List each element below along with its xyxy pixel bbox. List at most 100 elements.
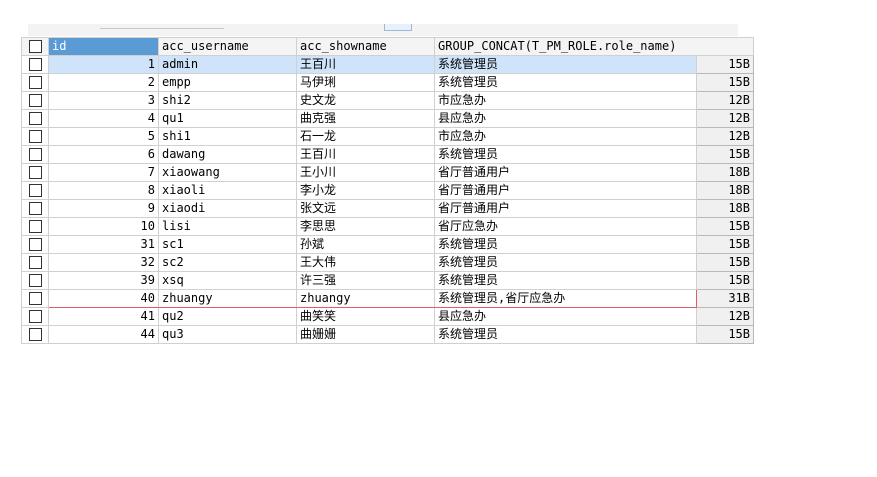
row-checkbox[interactable] — [21, 73, 49, 92]
column-header-id[interactable]: id — [48, 37, 159, 56]
cell-acc-showname[interactable]: 马伊琍 — [296, 73, 435, 92]
cell-acc-username[interactable]: xsq — [158, 271, 297, 290]
table-row[interactable]: 41 qu2 曲笑笑 县应急办 12B — [21, 307, 754, 326]
cell-length-badge[interactable]: 12B — [696, 91, 754, 110]
table-row[interactable]: 2 empp 马伊琍 系统管理员 15B — [21, 73, 754, 92]
cell-acc-showname[interactable]: 王百川 — [296, 145, 435, 164]
cell-id[interactable]: 1 — [48, 55, 159, 74]
cell-role-names[interactable]: 县应急办 — [434, 307, 697, 326]
cell-acc-username[interactable]: qu2 — [158, 307, 297, 326]
row-checkbox[interactable] — [21, 127, 49, 146]
cell-length-badge[interactable]: 18B — [696, 163, 754, 182]
row-checkbox[interactable] — [21, 145, 49, 164]
cell-role-names[interactable]: 省厅普通用户 — [434, 199, 697, 218]
cell-acc-showname[interactable]: 王百川 — [296, 55, 435, 74]
row-checkbox[interactable] — [21, 199, 49, 218]
table-row[interactable]: 8 xiaoli 李小龙 省厅普通用户 18B — [21, 181, 754, 200]
cell-acc-username[interactable]: qu3 — [158, 325, 297, 344]
table-row[interactable]: 40 zhuangy zhuangy 系统管理员,省厅应急办 31B — [21, 289, 754, 308]
cell-id[interactable]: 40 — [48, 289, 159, 308]
cell-id[interactable]: 8 — [48, 181, 159, 200]
cell-acc-showname[interactable]: 李小龙 — [296, 181, 435, 200]
cell-role-names[interactable]: 省厅应急办 — [434, 217, 697, 236]
cell-id[interactable]: 6 — [48, 145, 159, 164]
cell-acc-username[interactable]: xiaoli — [158, 181, 297, 200]
cell-role-names[interactable]: 系统管理员 — [434, 271, 697, 290]
cell-length-badge[interactable]: 18B — [696, 181, 754, 200]
table-row[interactable]: 7 xiaowang 王小川 省厅普通用户 18B — [21, 163, 754, 182]
table-row[interactable]: 39 xsq 许三强 系统管理员 15B — [21, 271, 754, 290]
cell-length-badge[interactable]: 12B — [696, 127, 754, 146]
cell-acc-showname[interactable]: 李思思 — [296, 217, 435, 236]
cell-length-badge[interactable]: 15B — [696, 73, 754, 92]
cell-length-badge[interactable]: 15B — [696, 217, 754, 236]
cell-role-names[interactable]: 系统管理员 — [434, 253, 697, 272]
cell-acc-showname[interactable]: 王大伟 — [296, 253, 435, 272]
cell-role-names[interactable]: 县应急办 — [434, 109, 697, 128]
table-row[interactable]: 5 shi1 石一龙 市应急办 12B — [21, 127, 754, 146]
cell-acc-username[interactable]: sc2 — [158, 253, 297, 272]
cell-acc-username[interactable]: qu1 — [158, 109, 297, 128]
cell-acc-showname[interactable]: 许三强 — [296, 271, 435, 290]
table-row[interactable]: 6 dawang 王百川 系统管理员 15B — [21, 145, 754, 164]
cell-acc-username[interactable]: xiaowang — [158, 163, 297, 182]
cell-role-names[interactable]: 系统管理员 — [434, 325, 697, 344]
scroll-indicator[interactable] — [384, 24, 412, 31]
cell-id[interactable]: 31 — [48, 235, 159, 254]
cell-acc-showname[interactable]: 张文远 — [296, 199, 435, 218]
cell-acc-showname[interactable]: 曲克强 — [296, 109, 435, 128]
cell-acc-showname[interactable]: 史文龙 — [296, 91, 435, 110]
cell-acc-username[interactable]: shi2 — [158, 91, 297, 110]
cell-acc-showname[interactable]: 孙斌 — [296, 235, 435, 254]
cell-length-badge[interactable]: 12B — [696, 109, 754, 128]
cell-role-names[interactable]: 市应急办 — [434, 127, 697, 146]
cell-role-names[interactable]: 系统管理员,省厅应急办 — [434, 289, 697, 308]
row-checkbox[interactable] — [21, 217, 49, 236]
cell-length-badge[interactable]: 18B — [696, 199, 754, 218]
cell-acc-showname[interactable]: 曲姗姗 — [296, 325, 435, 344]
cell-acc-showname[interactable]: zhuangy — [296, 289, 435, 308]
cell-acc-username[interactable]: dawang — [158, 145, 297, 164]
cell-id[interactable]: 9 — [48, 199, 159, 218]
cell-id[interactable]: 32 — [48, 253, 159, 272]
cell-acc-showname[interactable]: 石一龙 — [296, 127, 435, 146]
cell-id[interactable]: 5 — [48, 127, 159, 146]
cell-acc-showname[interactable]: 曲笑笑 — [296, 307, 435, 326]
row-checkbox[interactable] — [21, 91, 49, 110]
table-row[interactable]: 9 xiaodi 张文远 省厅普通用户 18B — [21, 199, 754, 218]
cell-id[interactable]: 41 — [48, 307, 159, 326]
cell-acc-username[interactable]: shi1 — [158, 127, 297, 146]
table-row[interactable]: 4 qu1 曲克强 县应急办 12B — [21, 109, 754, 128]
table-row[interactable]: 32 sc2 王大伟 系统管理员 15B — [21, 253, 754, 272]
cell-length-badge[interactable]: 12B — [696, 307, 754, 326]
cell-role-names[interactable]: 系统管理员 — [434, 55, 697, 74]
cell-acc-username[interactable]: zhuangy — [158, 289, 297, 308]
cell-acc-username[interactable]: lisi — [158, 217, 297, 236]
cell-id[interactable]: 7 — [48, 163, 159, 182]
row-checkbox[interactable] — [21, 109, 49, 128]
cell-role-names[interactable]: 系统管理员 — [434, 235, 697, 254]
table-row[interactable]: 10 lisi 李思思 省厅应急办 15B — [21, 217, 754, 236]
select-all-checkbox[interactable] — [21, 37, 49, 56]
row-checkbox[interactable] — [21, 307, 49, 326]
cell-length-badge[interactable]: 15B — [696, 235, 754, 254]
cell-acc-username[interactable]: empp — [158, 73, 297, 92]
column-header-acc-username[interactable]: acc_username — [158, 37, 297, 56]
cell-id[interactable]: 4 — [48, 109, 159, 128]
cell-id[interactable]: 2 — [48, 73, 159, 92]
row-checkbox[interactable] — [21, 325, 49, 344]
cell-id[interactable]: 10 — [48, 217, 159, 236]
table-row[interactable]: 3 shi2 史文龙 市应急办 12B — [21, 91, 754, 110]
cell-length-badge[interactable]: 15B — [696, 271, 754, 290]
table-row[interactable]: 44 qu3 曲姗姗 系统管理员 15B — [21, 325, 754, 344]
row-checkbox[interactable] — [21, 289, 49, 308]
cell-role-names[interactable]: 市应急办 — [434, 91, 697, 110]
cell-acc-username[interactable]: admin — [158, 55, 297, 74]
row-checkbox[interactable] — [21, 235, 49, 254]
cell-id[interactable]: 44 — [48, 325, 159, 344]
row-checkbox[interactable] — [21, 55, 49, 74]
column-header-acc-showname[interactable]: acc_showname — [296, 37, 435, 56]
cell-acc-username[interactable]: xiaodi — [158, 199, 297, 218]
cell-length-badge[interactable]: 31B — [696, 289, 754, 308]
cell-length-badge[interactable]: 15B — [696, 325, 754, 344]
